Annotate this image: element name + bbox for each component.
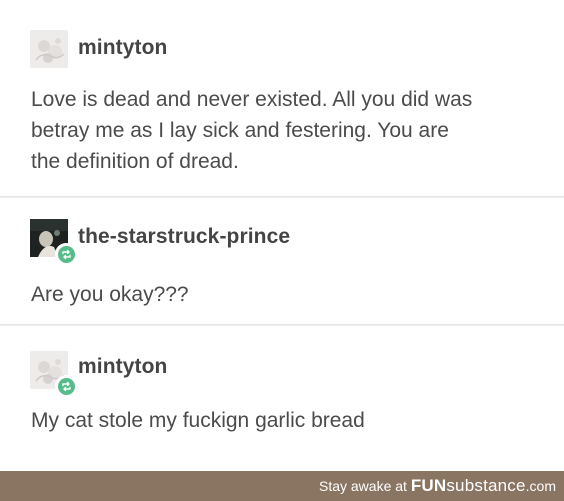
reblog-icon: [61, 381, 71, 391]
message-line: betray me as I lay sick and festering. Y…: [31, 119, 449, 142]
brand-name: FUNsubstance: [411, 476, 526, 495]
reblog-badge: [55, 243, 77, 265]
username[interactable]: mintyton: [78, 36, 167, 60]
avatar[interactable]: [30, 219, 77, 265]
watermark-suffix: .com: [525, 478, 556, 494]
watermark-text: Stay awake at FUNsubstance.com: [319, 477, 556, 495]
pale-floral-avatar-icon: [30, 30, 68, 68]
reblog-badge: [55, 375, 77, 397]
avatar[interactable]: [30, 30, 68, 68]
message-text: Love is dead and never existed. All you …: [31, 84, 472, 177]
watermark-prefix: Stay awake at: [318, 478, 411, 494]
brand-bold: FUN: [410, 476, 447, 495]
username[interactable]: the-starstruck-prince: [78, 225, 290, 249]
post-mintyton-1: mintyton Love is dead and never existed.…: [0, 0, 564, 197]
reblog-icon: [61, 249, 71, 259]
avatar[interactable]: [30, 351, 77, 397]
watermark-footer: Stay awake at FUNsubstance.com: [0, 471, 564, 501]
message-line: Love is dead and never existed. All you …: [31, 88, 473, 111]
message-line: Are you okay???: [31, 283, 189, 306]
message-text: Are you okay???: [31, 279, 189, 310]
tumblr-thread: mintyton Love is dead and never existed.…: [0, 0, 564, 471]
post-mintyton-2: mintyton My cat stole my fuckign garlic …: [0, 325, 564, 471]
post-the-starstruck-prince: the-starstruck-prince Are you okay???: [0, 197, 564, 325]
brand-light: substance: [446, 476, 526, 495]
message-line: My cat stole my fuckign garlic bread: [31, 409, 365, 432]
message-text: My cat stole my fuckign garlic bread: [31, 405, 365, 436]
username[interactable]: mintyton: [78, 355, 167, 379]
message-line: the definition of dread.: [31, 150, 239, 173]
